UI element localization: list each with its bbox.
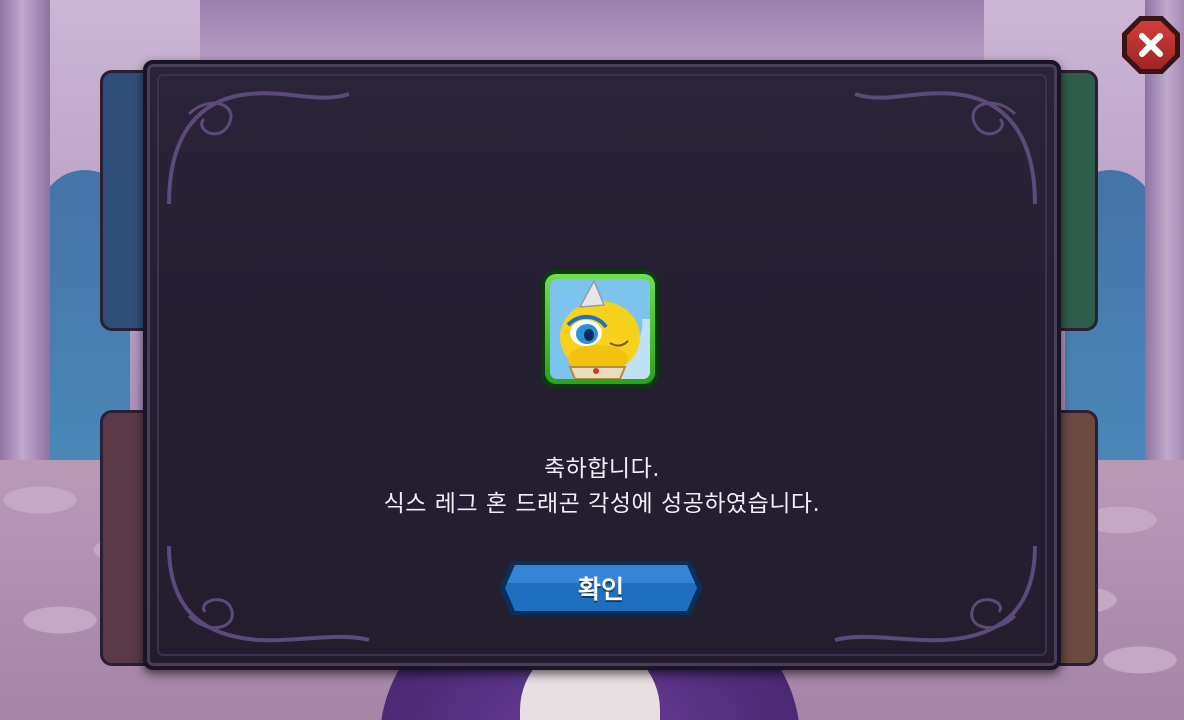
awakening-success-text: 식스 레그 혼 드래곤 각성에 성공하였습니다. xyxy=(383,491,821,517)
hero-portrait xyxy=(541,270,659,388)
corner-ornament-top-left xyxy=(167,91,350,205)
ceiling-arch xyxy=(200,0,984,60)
awakening-result-dialog: 축하합니다. 식스 레그 혼 드래곤 각성에 성공하였습니다. 확인 xyxy=(143,60,1061,670)
corner-ornament-bottom-right xyxy=(834,545,1037,643)
dragon-hero-icon xyxy=(550,279,650,379)
corner-ornament-bottom-left xyxy=(167,545,370,643)
hero-portrait-border xyxy=(545,274,655,384)
corner-ornament-top-right xyxy=(854,91,1037,205)
confirm-button[interactable]: 확인 xyxy=(497,559,705,617)
confirm-button-label: 확인 xyxy=(577,575,624,604)
close-x-icon xyxy=(1139,33,1163,57)
congratulations-text: 축하합니다. xyxy=(543,456,661,482)
